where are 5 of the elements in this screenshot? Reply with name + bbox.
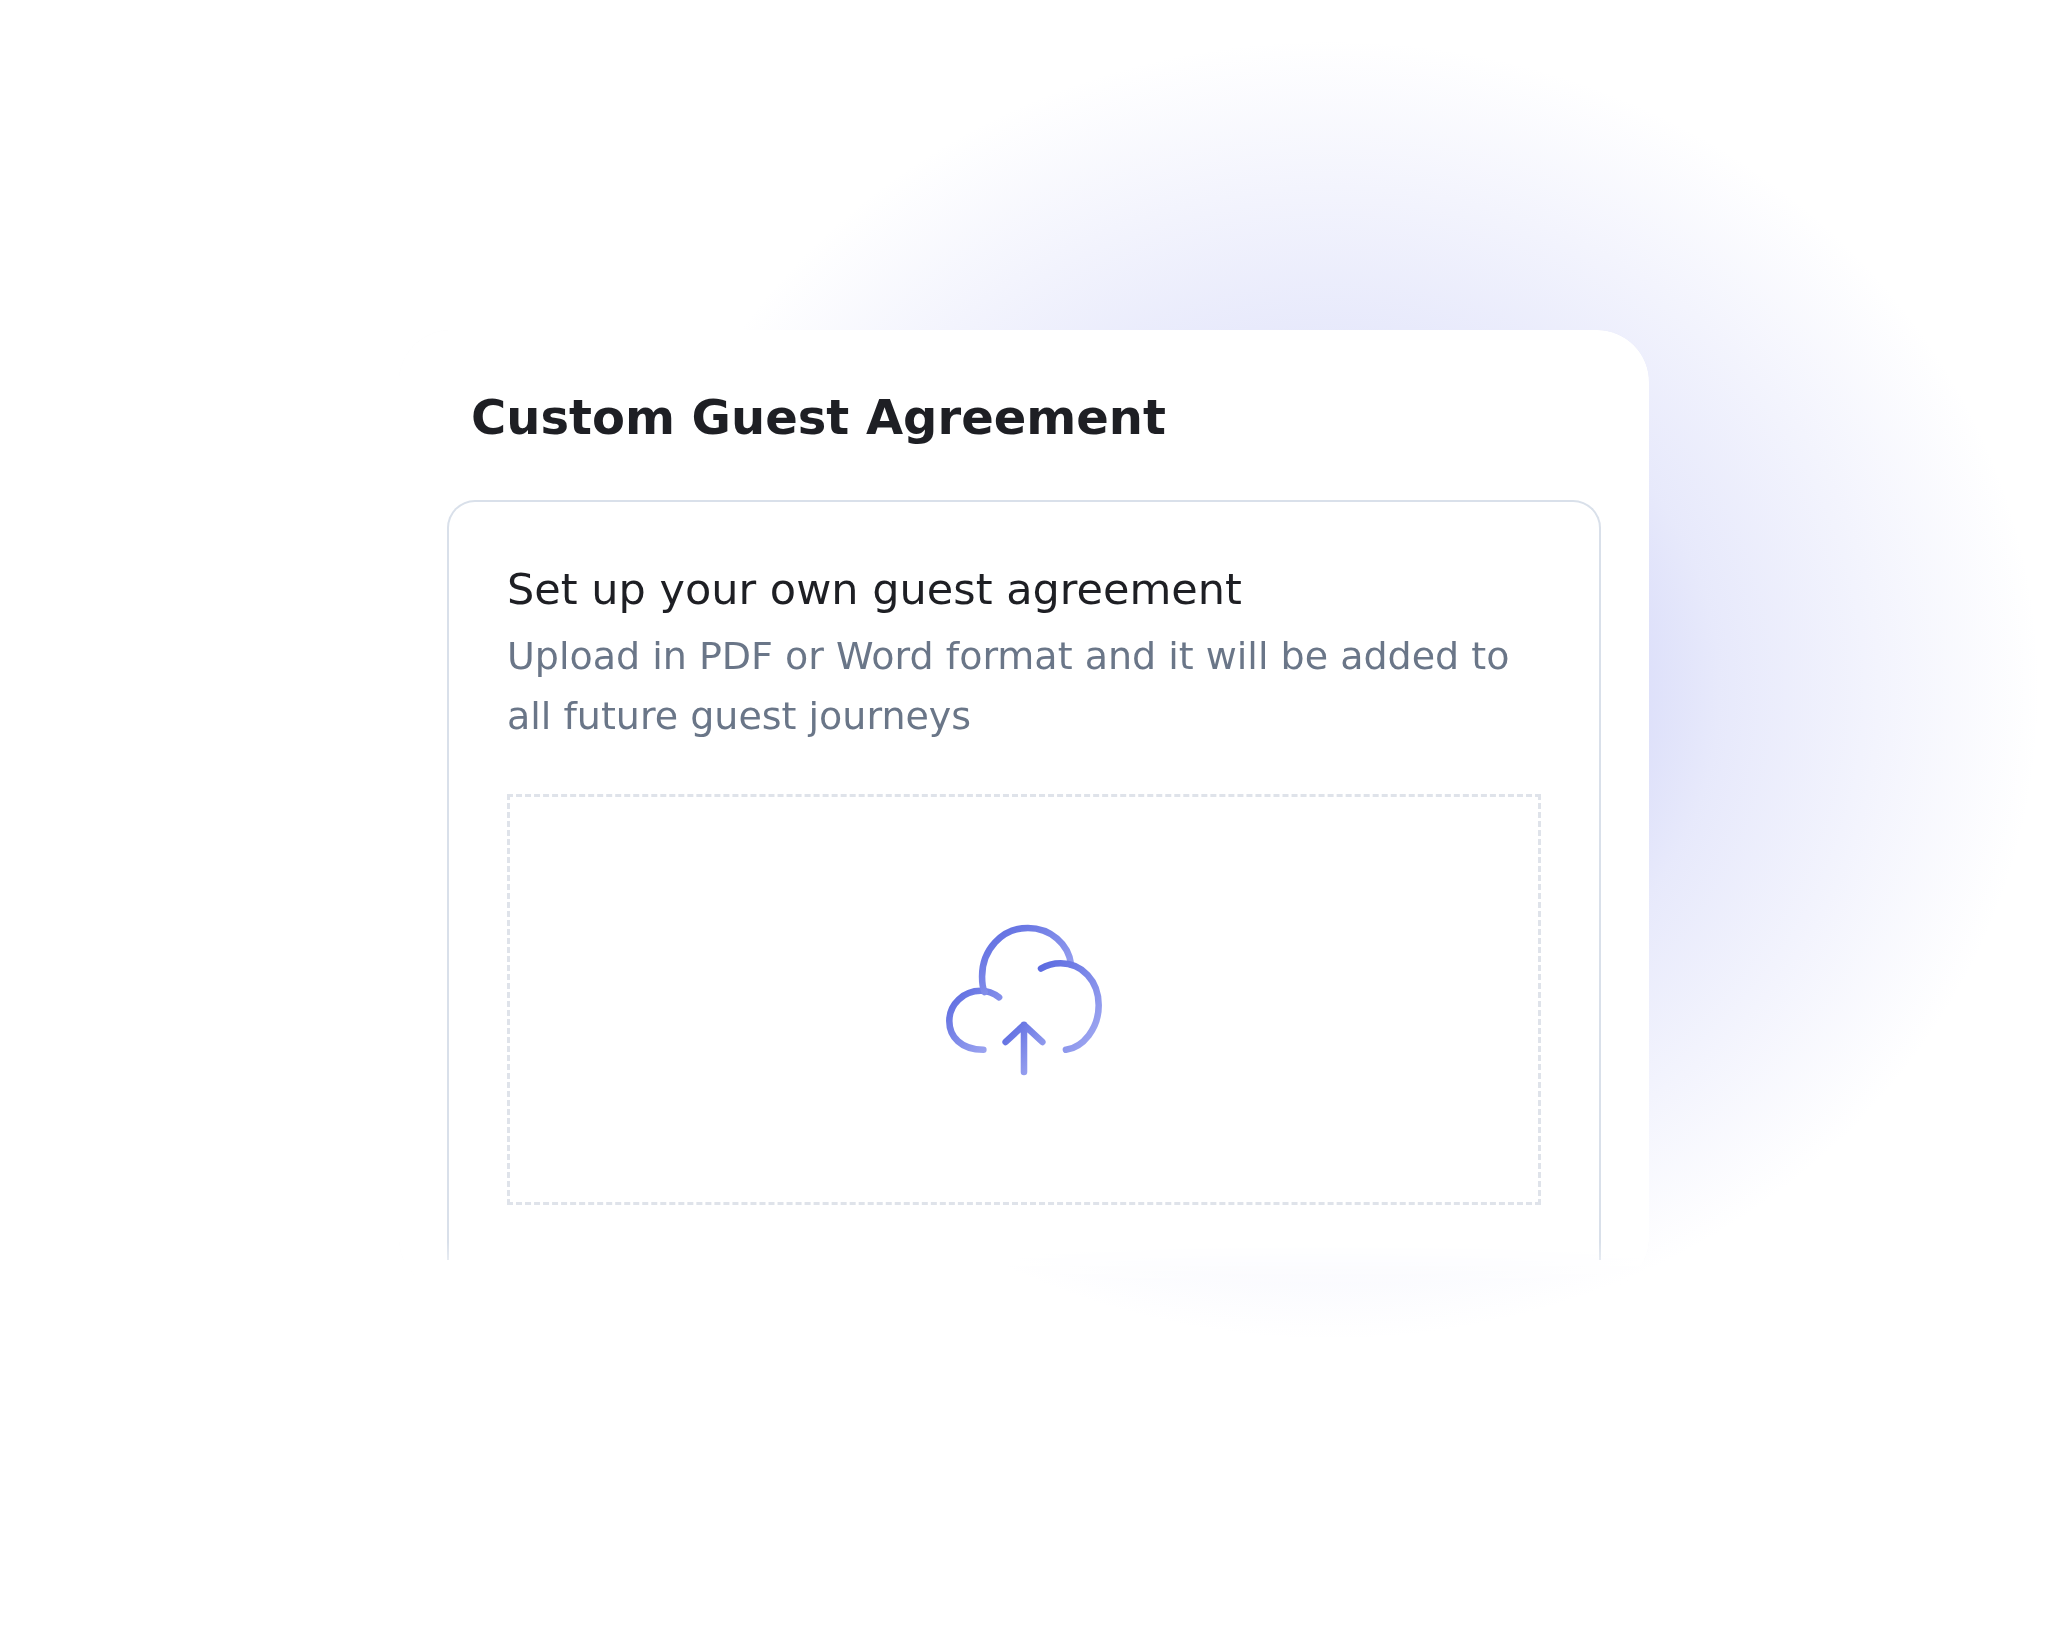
upload-dropzone[interactable] bbox=[507, 794, 1541, 1206]
card-title: Custom Guest Agreement bbox=[471, 388, 1167, 447]
panel-heading: Set up your own guest agreement bbox=[507, 563, 1243, 617]
panel-description: Upload in PDF or Word format and it will be added to all future guest journeys bbox=[507, 633, 1511, 741]
cloud-upload-icon bbox=[945, 923, 1103, 1076]
